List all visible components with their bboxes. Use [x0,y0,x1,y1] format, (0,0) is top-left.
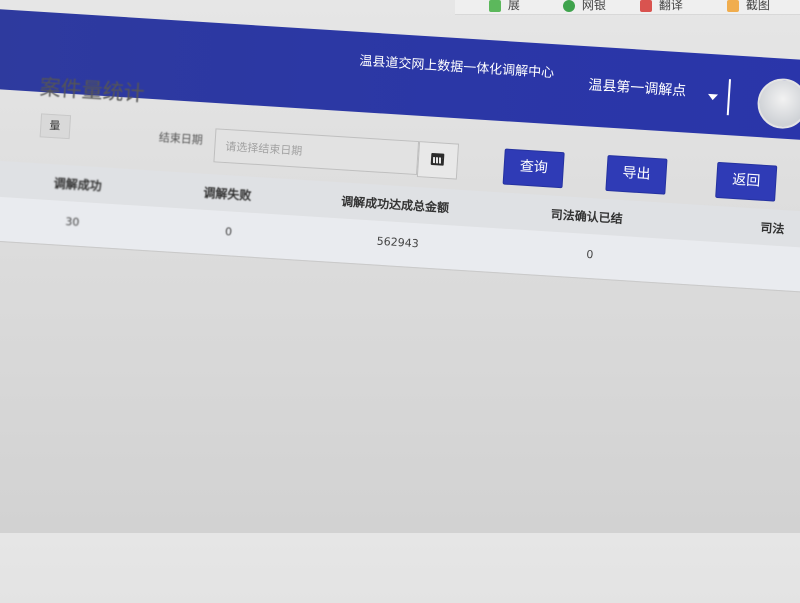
cell-success: 30 [64,215,80,229]
toolbar-item-bank[interactable]: 网银 [563,0,606,13]
cell-failure: 0 [224,225,233,239]
toolbar-item-translate[interactable]: 翻译 [640,0,683,13]
toolbar-item-expand[interactable]: 展 [489,0,520,13]
column-header-success: 调解成功 [53,176,103,194]
column-header-failure: 调解失败 [203,185,252,203]
cell-total-amount: 562943 [376,234,420,251]
export-button[interactable]: 导出 [605,154,668,195]
calendar-icon [430,152,445,166]
browser-toolbar: 展 网银 翻译 截图 [455,0,800,15]
toolbar-item-screenshot[interactable]: 截图 [727,0,770,13]
column-header-judicial: 司法 [759,220,785,237]
column-header-total-amount: 调解成功达成总金额 [340,194,450,216]
column-header-judicial-confirmed: 司法确认已结 [550,207,624,227]
query-button[interactable]: 查询 [502,148,565,189]
main-content: 案件量统计 量 结束日期 查询 导出 返回 调解成功 调解失败 调解成功达成总金… [0,50,800,603]
translate-icon [640,0,652,12]
page-title: 案件量统计 [39,75,146,106]
calendar-button[interactable] [416,141,460,180]
filter-small-button[interactable]: 量 [39,113,72,140]
scissors-icon [727,0,739,12]
back-button[interactable]: 返回 [715,161,778,202]
green-icon [489,0,501,12]
end-date-label: 结束日期 [158,130,204,147]
plus-circle-icon [563,0,575,12]
end-date-input[interactable] [213,128,420,176]
cell-judicial-confirmed: 0 [585,247,594,262]
